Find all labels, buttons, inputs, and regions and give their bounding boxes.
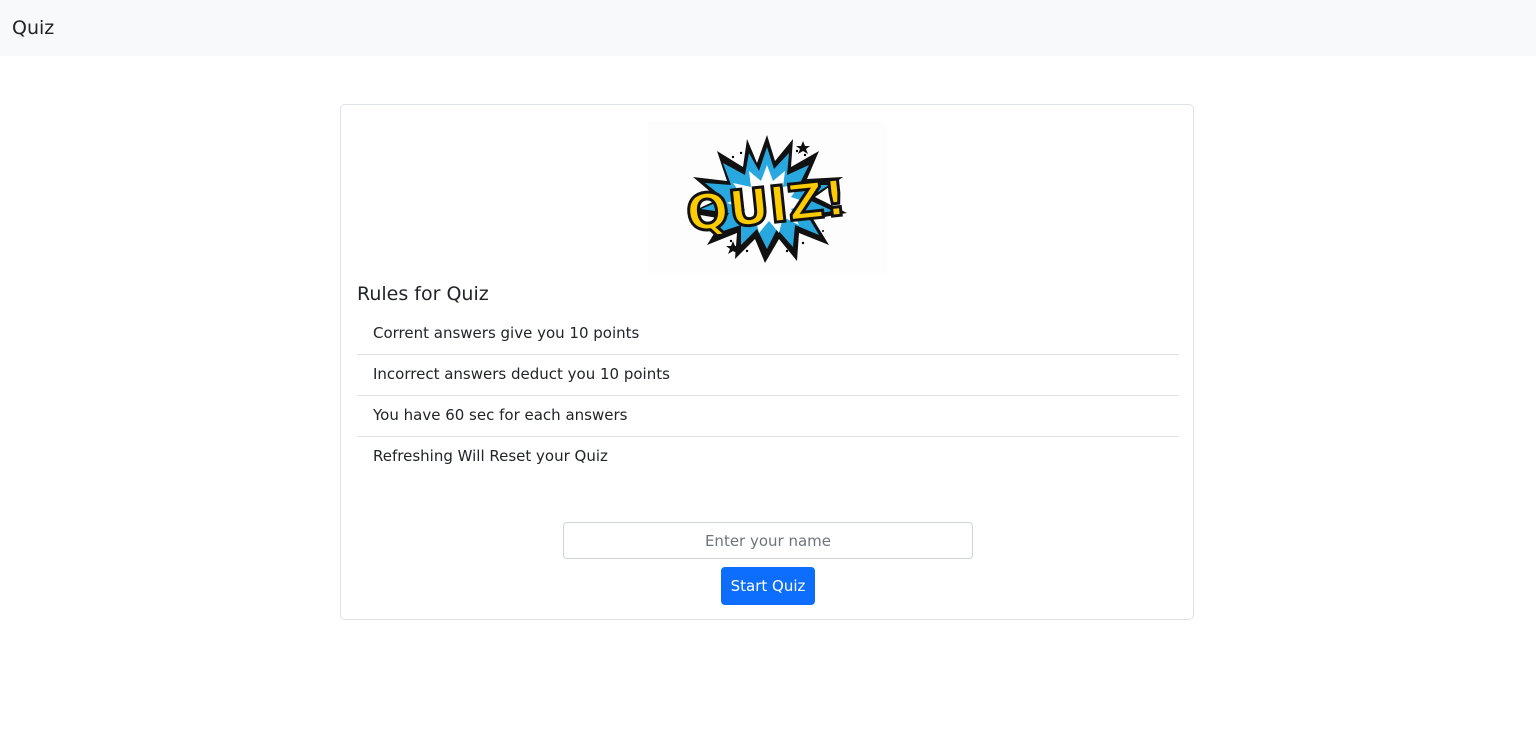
name-input[interactable] bbox=[563, 522, 973, 559]
rule-item: Corrent answers give you 10 points bbox=[357, 315, 1179, 355]
quiz-logo: QUIZ! bbox=[647, 121, 887, 273]
quiz-card: QUIZ! Rules for Quiz Corrent answers giv… bbox=[340, 104, 1194, 620]
rule-item: Refreshing Will Reset your Quiz bbox=[373, 447, 608, 465]
rules-title: Rules for Quiz bbox=[357, 283, 489, 305]
navbar-brand[interactable]: Quiz bbox=[12, 15, 54, 41]
start-quiz-button[interactable]: Start Quiz bbox=[721, 567, 815, 605]
navbar: Quiz bbox=[0, 0, 1536, 56]
rules-list: Corrent answers give you 10 points Incor… bbox=[357, 315, 1179, 479]
rule-item: You have 60 sec for each answers bbox=[357, 397, 1179, 437]
quiz-logo-image: QUIZ! bbox=[682, 135, 851, 263]
rule-item: Incorrect answers deduct you 10 points bbox=[357, 356, 1179, 396]
